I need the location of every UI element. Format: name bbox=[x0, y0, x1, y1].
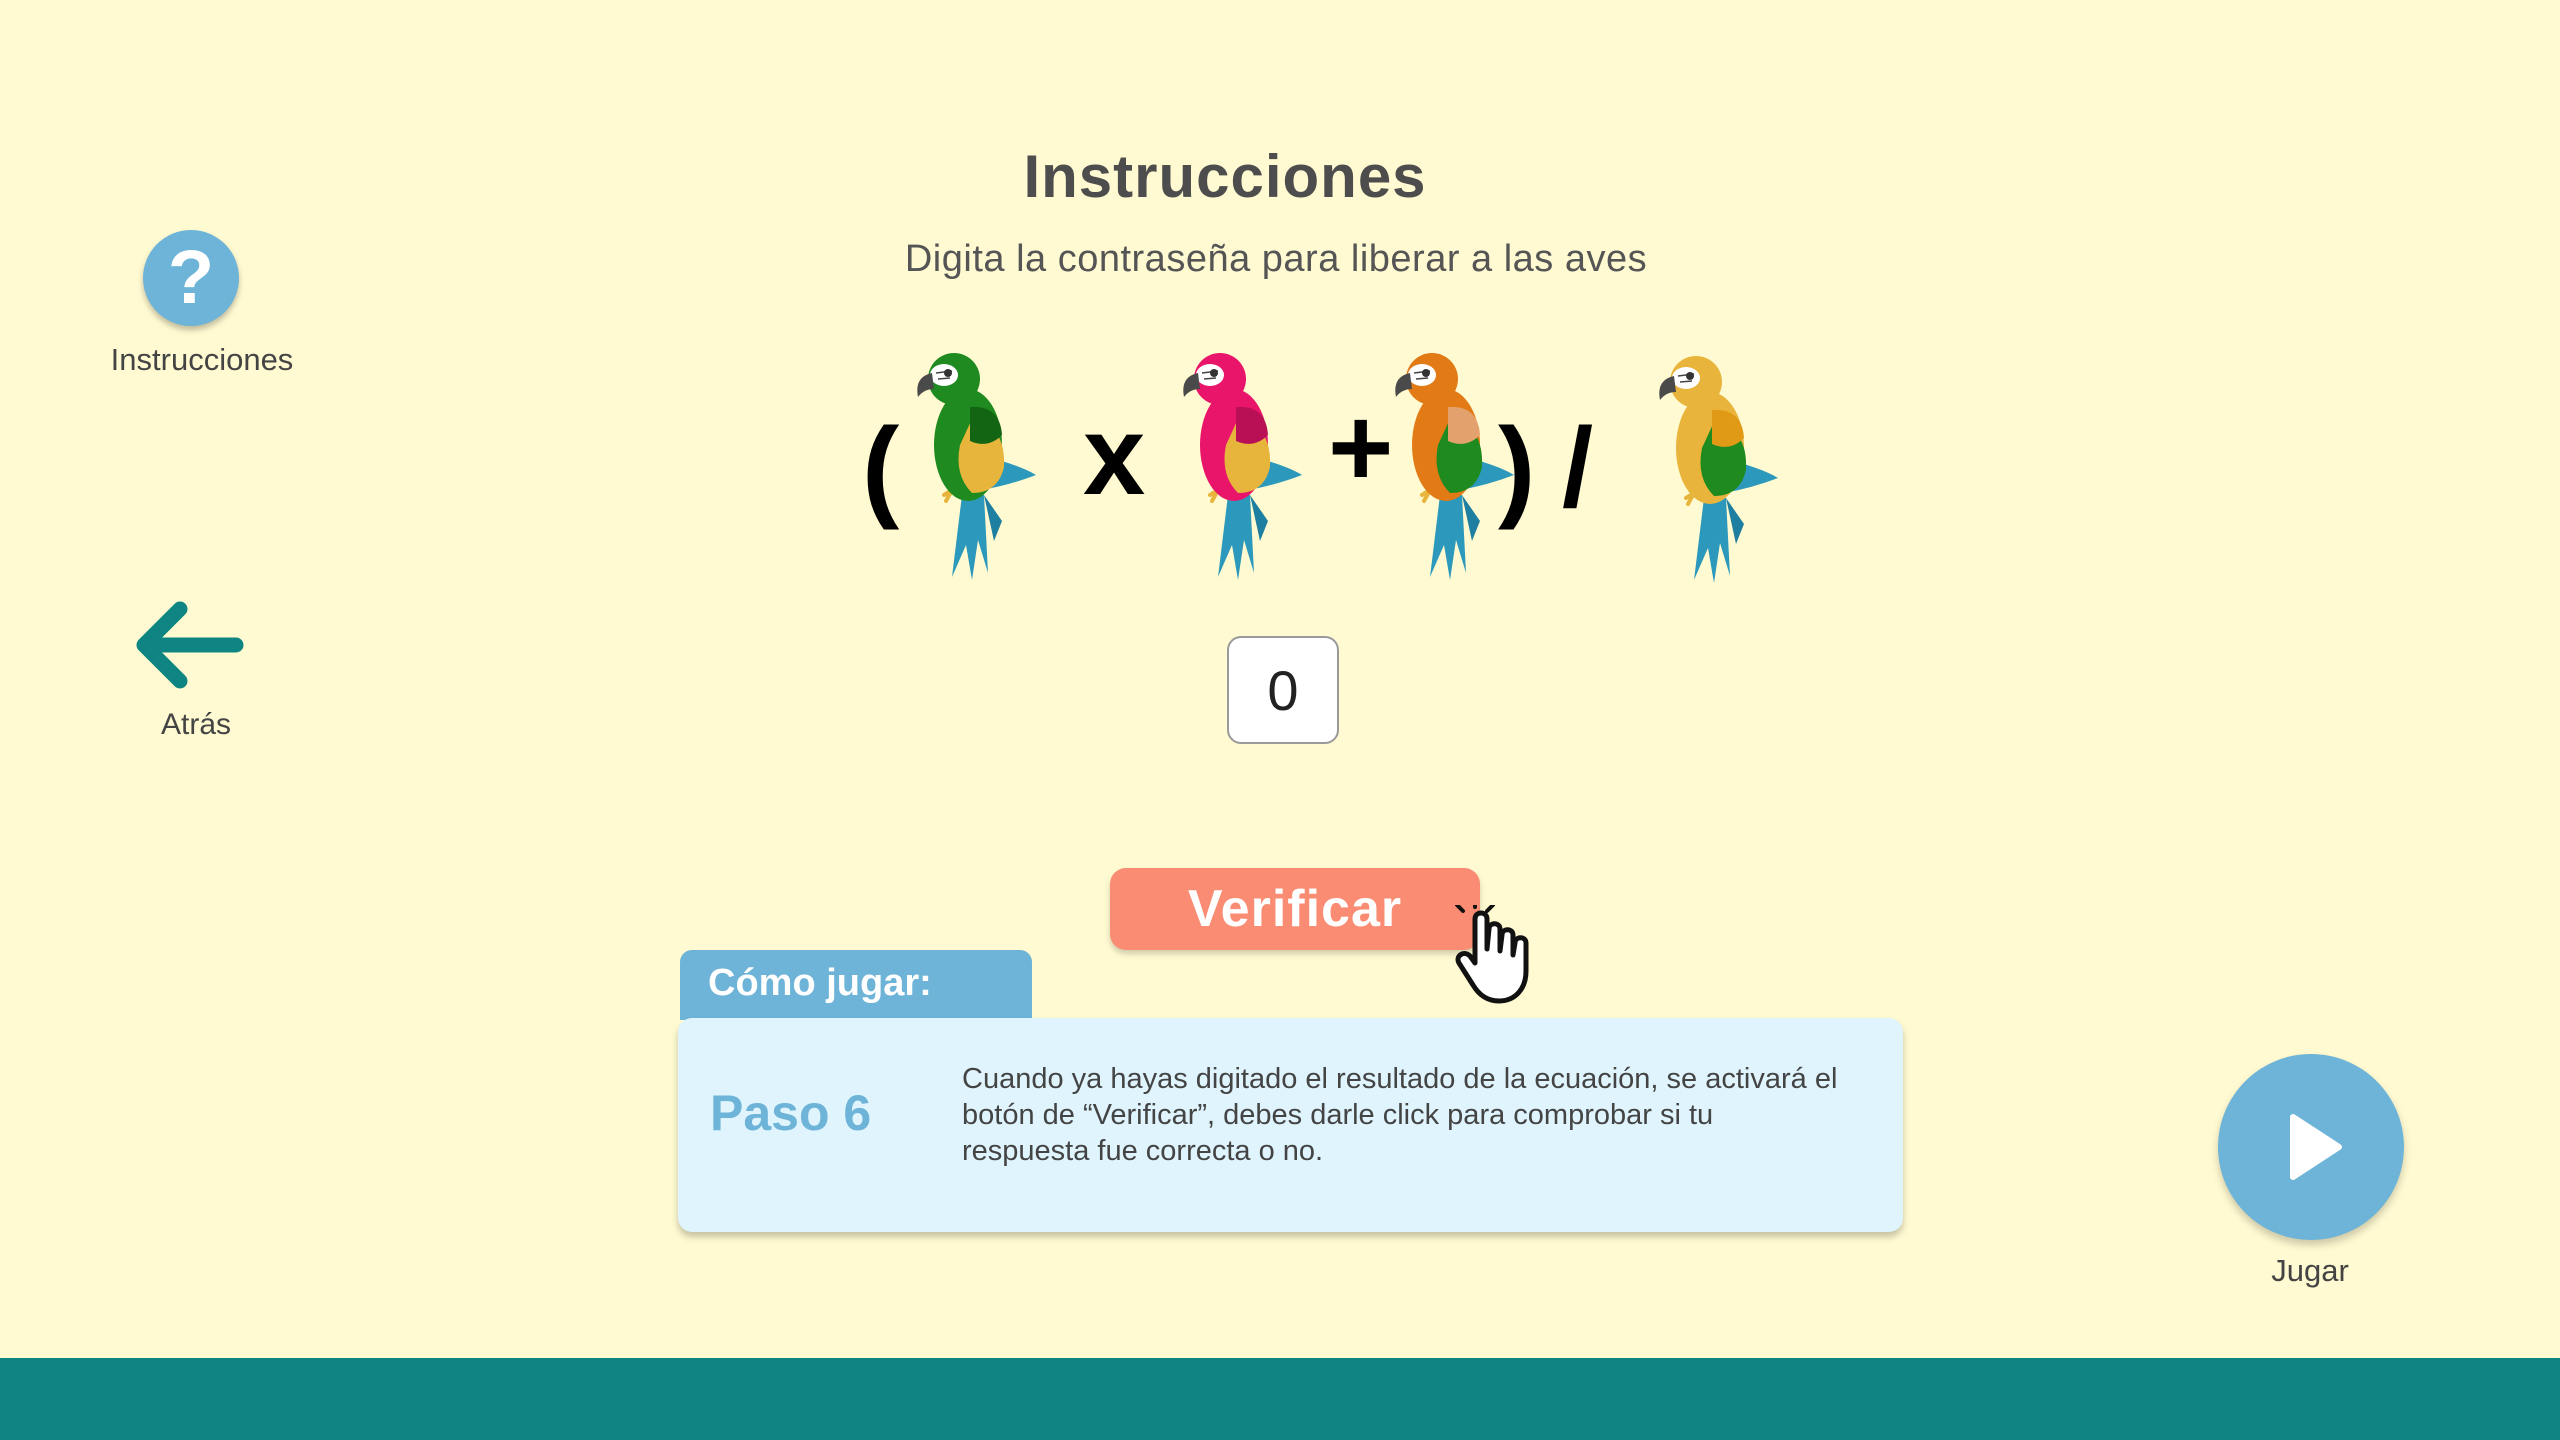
plus-sign: + bbox=[1328, 385, 1394, 510]
instructions-label: Instrucciones bbox=[110, 342, 294, 377]
instructions-button[interactable]: ? bbox=[143, 230, 239, 326]
divide-sign: / bbox=[1562, 405, 1594, 530]
yellow-parrot-icon bbox=[1652, 348, 1782, 588]
page-title: Instrucciones bbox=[1023, 143, 1427, 210]
pink-parrot-icon bbox=[1176, 345, 1306, 585]
play-label: Jugar bbox=[2271, 1253, 2349, 1288]
play-button[interactable] bbox=[2218, 1054, 2404, 1240]
green-parrot-icon bbox=[910, 345, 1040, 585]
step-label: Paso 6 bbox=[710, 1085, 872, 1141]
orange-parrot-icon bbox=[1388, 345, 1518, 585]
back-label: Atrás bbox=[160, 708, 232, 741]
how-to-play-tab: Cómo jugar: bbox=[680, 950, 1032, 1020]
arrow-left-icon bbox=[136, 601, 244, 689]
play-icon bbox=[2290, 1114, 2342, 1180]
hand-pointer-icon bbox=[1455, 899, 1545, 1005]
verify-button[interactable]: Verificar bbox=[1110, 868, 1480, 950]
answer-input[interactable]: 0 bbox=[1227, 636, 1339, 744]
question-icon: ? bbox=[167, 235, 215, 320]
page-subtitle: Digita la contraseña para liberar a las … bbox=[904, 238, 1648, 280]
footer-bar bbox=[0, 1358, 2560, 1440]
step-description: Cuando ya hayas digitado el resultado de… bbox=[962, 1063, 1838, 1167]
multiply-sign: x bbox=[1083, 393, 1146, 518]
back-button[interactable] bbox=[128, 595, 244, 695]
open-paren: ( bbox=[862, 405, 900, 530]
